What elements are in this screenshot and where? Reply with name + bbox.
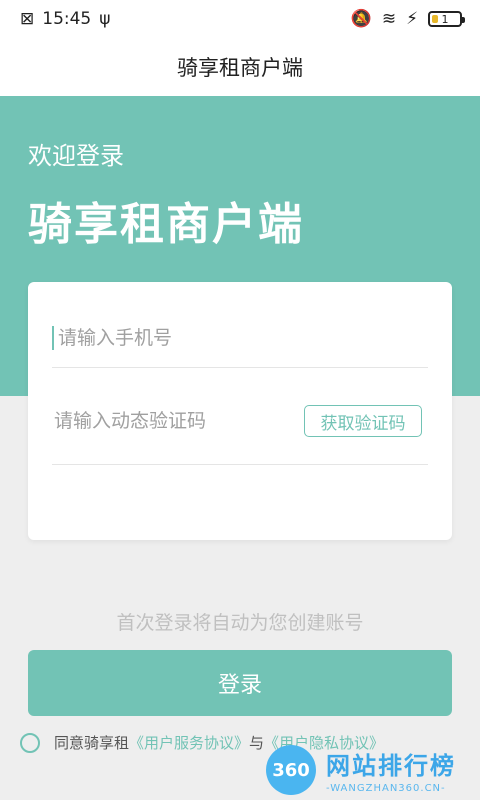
auto-register-note: 首次登录将自动为您创建账号 (116, 612, 364, 634)
get-code-button[interactable]: 获取验证码 (304, 405, 422, 437)
bolt-icon: ⚡ (406, 9, 418, 29)
usb-icon: ψ (99, 9, 111, 29)
phone-input[interactable] (56, 325, 300, 350)
watermark-text-block: 网站排行榜 -WANGZHAN360.CN- (326, 746, 456, 794)
battery-level: 1 (441, 12, 449, 26)
agreement-prefix: 同意骑享租 (54, 734, 130, 752)
site-watermark: 360 网站排行榜 -WANGZHAN360.CN- (266, 740, 476, 800)
battery-icon: 1 (428, 11, 465, 27)
watermark-text: 网站排行榜 (326, 752, 456, 780)
bell-off-icon: 🔕 (350, 9, 372, 29)
login-card: 获取验证码 (28, 282, 452, 540)
battery-fill (432, 15, 438, 23)
status-bar: ⊠ 15:45 ψ 🔕 ≋ ⚡ 1 (0, 0, 480, 38)
watermark-subtext: -WANGZHAN360.CN- (326, 783, 446, 794)
welcome-text: 欢迎登录 (28, 142, 124, 170)
status-left: ⊠ 15:45 ψ (20, 9, 110, 29)
wifi-icon: ≋ (381, 9, 397, 29)
terms-link[interactable]: 《用户服务协议》 (129, 732, 249, 753)
code-field: 获取验证码 (52, 378, 428, 465)
notification-icon: ⊠ (20, 9, 35, 29)
agreement-radio[interactable] (20, 732, 40, 753)
status-right: 🔕 ≋ ⚡ 1 (350, 9, 465, 29)
page-title: 骑享租商户端 (0, 38, 480, 96)
phone-field (52, 282, 428, 368)
code-input[interactable] (52, 409, 296, 433)
status-time: 15:45 (42, 9, 92, 29)
watermark-logo: 360 (266, 745, 316, 795)
hero-title: 骑享租商户端 (28, 199, 304, 250)
login-button[interactable]: 登录 (28, 650, 452, 716)
agreement-connector: 与 (249, 734, 265, 752)
text-caret (52, 325, 54, 350)
